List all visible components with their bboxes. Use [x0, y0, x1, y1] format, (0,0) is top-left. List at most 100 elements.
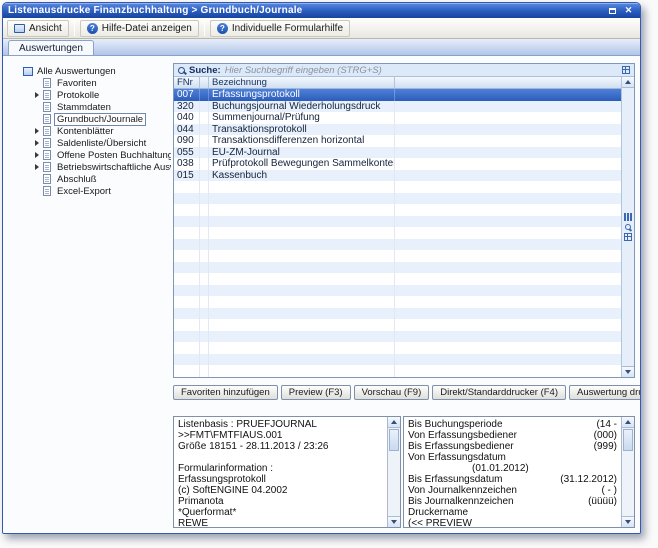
param-line: Bis Erfassungsbediener(999) [408, 441, 617, 452]
table-row-empty[interactable] [174, 227, 621, 239]
table-row-empty[interactable] [174, 262, 621, 274]
info-line: >>FMT\FMTFIAUS.001 [178, 430, 383, 441]
param-label: Druckername [408, 507, 617, 518]
sidebar-item-grundbuch-journale[interactable]: Grundbuch/Journale [23, 113, 171, 125]
sidebar-item-offene-posten-buchhaltung[interactable]: Offene Posten Buchhaltung [23, 149, 171, 161]
table-row[interactable]: 038Prüfprotokoll Bewegungen Sammelkonten [174, 158, 621, 170]
scroll-up-button[interactable] [622, 417, 634, 428]
expand-arrow-icon[interactable] [34, 128, 40, 134]
table-row-empty[interactable] [174, 273, 621, 285]
table-row-empty[interactable] [174, 296, 621, 308]
document-icon [43, 78, 51, 88]
cell-sort [200, 101, 209, 113]
sidebar-item-alle-auswertungen[interactable]: Alle Auswertungen [23, 65, 171, 77]
table-row-empty[interactable] [174, 204, 621, 216]
restore-icon [609, 8, 616, 14]
hilfe-datei-button[interactable]: ? Hilfe-Datei anzeigen [80, 20, 199, 37]
scroll-down-button[interactable] [622, 366, 635, 377]
cell-filler [395, 308, 621, 320]
cell-bezeichnung: Erfassungsprotokoll [209, 89, 395, 101]
scroll-down-button[interactable] [622, 516, 634, 527]
restore-button[interactable] [606, 5, 619, 16]
sidebar-item-stammdaten[interactable]: Stammdaten [23, 101, 171, 113]
table-row[interactable]: 044Transaktionsprotokoll [174, 124, 621, 136]
cell-sort [200, 239, 209, 251]
cell-fnr: 015 [174, 170, 200, 182]
cell-filler [395, 262, 621, 274]
zoom-icon[interactable] [625, 224, 631, 230]
tab-auswertungen[interactable]: Auswertungen [8, 40, 94, 55]
table-row[interactable]: 015Kassenbuch [174, 170, 621, 182]
table-row-empty[interactable] [174, 342, 621, 354]
ansicht-button[interactable]: Ansicht [7, 20, 69, 37]
sidebar-item-saldenliste-bersicht[interactable]: Saldenliste/Übersicht [23, 137, 171, 149]
expand-arrow-icon[interactable] [34, 140, 40, 146]
scroll-up-button[interactable] [388, 417, 400, 428]
favoriten-hinzuf-gen-button[interactable]: Favoriten hinzufügen [173, 385, 278, 400]
cell-fnr [174, 250, 200, 262]
scrollbar-thumb[interactable] [623, 429, 633, 451]
search-input[interactable]: Hier Suchbegriff eingeben (STRG+S) [225, 65, 382, 76]
table-row-empty[interactable] [174, 319, 621, 331]
table-row-empty[interactable] [174, 308, 621, 320]
table-row-empty[interactable] [174, 193, 621, 205]
sidebar-item-protokolle[interactable]: Protokolle [23, 89, 171, 101]
column-header-sort[interactable] [200, 77, 209, 88]
expand-arrow-icon[interactable] [34, 164, 40, 170]
table-row-empty[interactable] [174, 239, 621, 251]
grid-icon[interactable] [624, 233, 632, 241]
cell-sort [200, 89, 209, 101]
param-value: (31.12.2012) [560, 474, 617, 485]
formularhilfe-button[interactable]: ? Individuelle Formularhilfe [210, 20, 350, 37]
table-row[interactable]: 090Transaktionsdifferenzen horizontal [174, 135, 621, 147]
expand-arrow-icon[interactable] [34, 92, 40, 98]
table-row[interactable]: 040Summenjournal/Prüfung [174, 112, 621, 124]
table-row-empty[interactable] [174, 250, 621, 262]
search-bar[interactable]: Suche: Hier Suchbegriff eingeben (STRG+S… [174, 64, 634, 77]
direkt-standarddrucker-f4-button[interactable]: Direkt/Standarddrucker (F4) [432, 385, 566, 400]
table-row-empty[interactable] [174, 354, 621, 366]
param-value: (000) [594, 430, 617, 441]
sidebar-item-betriebswirtschaftliche-auswertungen[interactable]: Betriebswirtschaftliche Auswertungen [23, 161, 171, 173]
sidebar-item-excel-export[interactable]: Excel-Export [23, 185, 171, 197]
vertical-scrollbar[interactable] [621, 77, 634, 377]
info-line: Listenbasis : PRUEFJOURNAL [178, 419, 383, 430]
cell-sort [200, 158, 209, 170]
info-line: REWE [178, 518, 383, 527]
bottom-panels: Listenbasis : PRUEFJOURNAL>>FMT\FMTFIAUS… [173, 416, 635, 528]
table-row-empty[interactable] [174, 181, 621, 193]
params-panel-scrollbar[interactable] [621, 417, 634, 527]
scroll-up-button[interactable] [622, 77, 635, 88]
table-row[interactable]: 320Buchungsjournal Wiederholungsdruck [174, 101, 621, 113]
sidebar-item-favoriten[interactable]: Favoriten [23, 77, 171, 89]
cell-filler [395, 250, 621, 262]
table-row-empty[interactable] [174, 331, 621, 343]
scroll-down-button[interactable] [388, 516, 400, 527]
cell-sort [200, 170, 209, 182]
table-row-empty[interactable] [174, 285, 621, 297]
info-panel-scrollbar[interactable] [387, 417, 400, 527]
cell-fnr [174, 331, 200, 343]
sidebar-item-abschlu[interactable]: Abschluß [23, 173, 171, 185]
table-row-empty[interactable] [174, 216, 621, 228]
param-line: Bis Journalkennzeichen(üüüü) [408, 496, 617, 507]
document-icon [43, 162, 51, 172]
sidebar-item-kontenbl-tter[interactable]: Kontenblätter [23, 125, 171, 137]
cell-filler [395, 101, 621, 113]
scrollbar-thumb[interactable] [389, 429, 399, 451]
expand-arrow-icon[interactable] [34, 152, 40, 158]
document-icon [43, 102, 51, 112]
column-header-fnr[interactable]: FNr [174, 77, 200, 88]
preview-f3-button[interactable]: Preview (F3) [281, 385, 351, 400]
table-row-empty[interactable] [174, 365, 621, 377]
columns-icon[interactable] [624, 213, 632, 221]
table-options-icon[interactable] [622, 66, 630, 74]
column-header-bezeichnung[interactable]: Bezeichnung [209, 77, 395, 88]
cell-fnr [174, 308, 200, 320]
cell-sort [200, 250, 209, 262]
table-row[interactable]: 007Erfassungsprotokoll [174, 89, 621, 101]
close-button[interactable]: ✕ [622, 5, 635, 16]
vorschau-f9-button[interactable]: Vorschau (F9) [354, 385, 430, 400]
auswertung-drucken-button[interactable]: Auswertung drucken [569, 385, 641, 400]
table-row[interactable]: 055EU-ZM-Journal [174, 147, 621, 159]
